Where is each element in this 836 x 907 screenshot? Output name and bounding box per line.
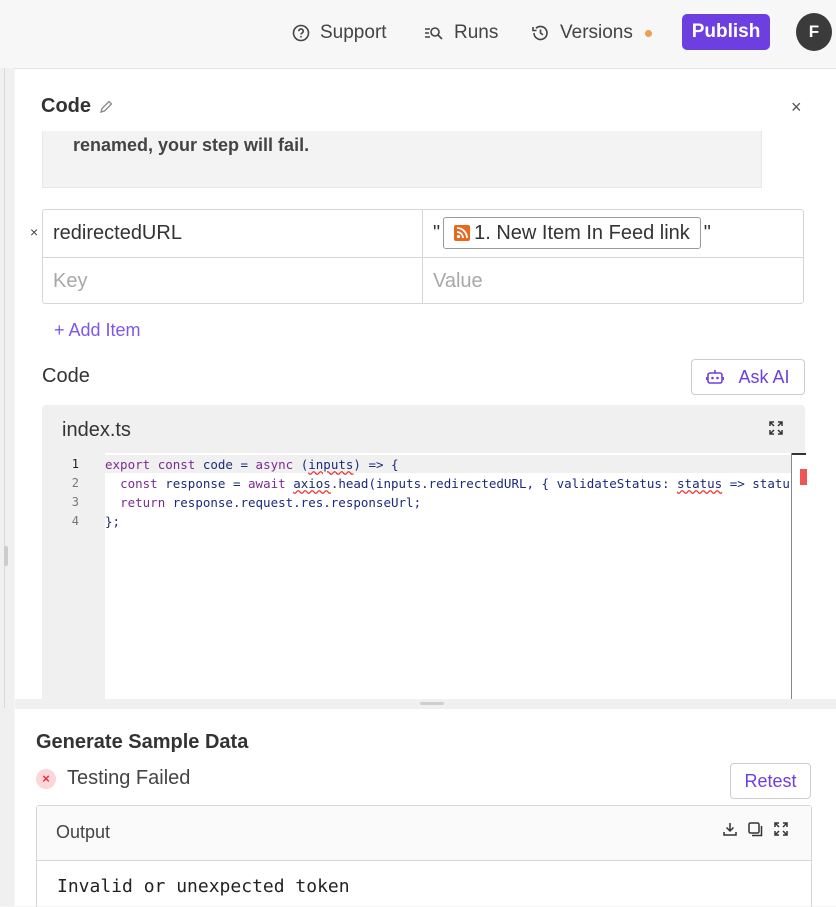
split-divider[interactable] <box>15 699 836 709</box>
editor-scrollbar[interactable] <box>791 453 807 699</box>
gutter-line <box>4 68 5 708</box>
variable-pill[interactable]: 1. New Item In Feed link <box>443 217 701 249</box>
left-gutter <box>0 68 14 906</box>
code-line: const response = await axios.head(inputs… <box>120 476 790 491</box>
code-line: return response.request.res.responseUrl; <box>120 495 422 510</box>
resize-handle[interactable] <box>4 546 8 566</box>
unpublished-dot <box>644 29 652 37</box>
output-label: Output <box>56 822 111 842</box>
help-icon <box>292 24 310 42</box>
step-panel: Code × renamed, your step will fail. × r… <box>15 69 836 699</box>
section-title: Generate Sample Data <box>36 731 249 753</box>
new-input-row: Key Value <box>43 257 803 304</box>
column-divider <box>422 210 423 303</box>
description-text: renamed, your step will fail. <box>73 135 310 155</box>
add-item-button[interactable]: + Add Item <box>54 320 141 341</box>
value-input[interactable]: Value <box>433 258 803 304</box>
quote-close: " <box>703 221 711 244</box>
split-grip[interactable] <box>420 702 444 705</box>
status-text: Testing Failed <box>67 767 191 789</box>
description-box: renamed, your step will fail. <box>42 131 762 188</box>
top-bar: Support Runs Versions Publish F <box>0 0 836 69</box>
scroll-cursor-mark <box>792 453 806 455</box>
remove-row-icon[interactable]: × <box>30 224 38 240</box>
edit-pencil-icon[interactable] <box>99 100 113 114</box>
expand-icon[interactable] <box>769 421 783 435</box>
robot-icon <box>706 370 725 384</box>
line-number: 1 <box>71 457 79 471</box>
line-number: 4 <box>71 514 79 528</box>
code-line: export const code = async (inputs) => { <box>105 457 399 472</box>
pill-label: 1. New Item In Feed link <box>474 221 690 244</box>
history-icon <box>532 25 548 41</box>
line-number: 2 <box>71 476 79 490</box>
panel-title: Code <box>41 95 113 118</box>
runs-label: Runs <box>454 22 499 43</box>
download-icon[interactable] <box>723 822 737 836</box>
input-value[interactable]: " 1. New Item In Feed link " <box>433 210 803 256</box>
inputs-table: redirectedURL " 1. New Item In Feed link… <box>42 209 804 304</box>
ask-ai-label: Ask AI <box>738 366 790 387</box>
key-input[interactable]: Key <box>53 258 413 304</box>
line-numbers: 1 2 3 4 <box>42 453 105 531</box>
sample-data-section: Generate Sample Data × Testing Failed Re… <box>15 709 836 907</box>
rss-icon <box>454 225 471 241</box>
runs-search-icon <box>425 27 443 40</box>
code-line: }; <box>105 514 121 529</box>
output-actions <box>723 822 788 837</box>
versions-link[interactable]: Versions <box>531 20 652 46</box>
code-editor: index.ts 1 2 3 4 export const code = asy… <box>42 405 807 699</box>
retest-button[interactable]: Retest <box>730 763 811 799</box>
input-row: redirectedURL " 1. New Item In Feed link… <box>43 210 803 256</box>
error-icon: × <box>36 768 56 789</box>
error-marker <box>800 469 807 485</box>
close-icon[interactable]: × <box>791 97 802 118</box>
ask-ai-button[interactable]: Ask AI <box>691 359 805 395</box>
file-tab[interactable]: index.ts <box>62 419 131 442</box>
step-title: Code <box>41 95 91 117</box>
versions-label: Versions <box>560 22 633 43</box>
output-header: Output <box>37 806 811 861</box>
code-text-area[interactable]: export const code = async (inputs) => { … <box>105 453 791 699</box>
user-avatar[interactable]: F <box>796 13 832 51</box>
output-panel: Output Invalid or unexpected token <box>36 805 812 907</box>
fullscreen-icon[interactable] <box>774 822 788 836</box>
publish-button[interactable]: Publish <box>682 14 770 50</box>
code-lines: export const code = async (inputs) => { … <box>105 455 790 531</box>
output-text: Invalid or unexpected token <box>57 876 350 897</box>
support-link[interactable]: Support <box>292 20 387 46</box>
copy-icon[interactable] <box>748 822 763 837</box>
input-key[interactable]: redirectedURL <box>53 210 413 256</box>
quote-open: " <box>433 221 441 244</box>
code-section-label: Code <box>42 365 90 387</box>
test-status: × Testing Failed <box>36 767 190 790</box>
line-number: 3 <box>71 495 79 509</box>
runs-link[interactable]: Runs <box>424 20 498 46</box>
support-label: Support <box>320 22 387 43</box>
